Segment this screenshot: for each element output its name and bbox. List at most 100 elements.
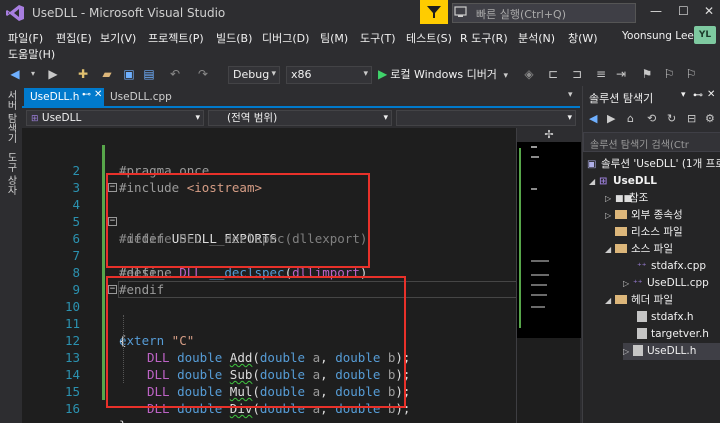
close-icon[interactable]: ✕ <box>94 89 102 100</box>
sync-icon[interactable]: ⟲ <box>647 112 656 125</box>
collapsed-arrow-icon: ▷ <box>623 347 630 356</box>
menu-test[interactable]: 테스트(S) <box>406 30 452 46</box>
tab-label: UseDLL.h <box>30 91 80 103</box>
menu-window[interactable]: 창(W) <box>568 30 598 46</box>
minimap-scrollbar[interactable]: ✢ <box>516 128 581 423</box>
tree-usedll-cpp[interactable]: ▷ ⁺⁺ UseDLL.cpp <box>623 275 709 292</box>
collapsed-arrow-icon: ▷ <box>605 211 612 220</box>
scope-dropdown[interactable]: (전역 범위) ▾ <box>208 110 392 126</box>
minimap-mark <box>531 274 549 276</box>
forward-nav-icon[interactable]: ▶ <box>46 67 60 81</box>
menu-analyze[interactable]: 분석(N) <box>518 30 555 46</box>
close-button[interactable]: ✕ <box>704 4 714 18</box>
code-editor[interactable]: #pragma once 2 #include <iostream> 3 4 −… <box>22 128 518 423</box>
tree-references[interactable]: ▷ ■■참조 <box>605 190 648 207</box>
menu-project[interactable]: 프로젝트(P) <box>148 30 204 46</box>
menu-edit[interactable]: 편집(E) <box>56 30 92 46</box>
avatar[interactable]: YL <box>694 26 716 44</box>
solution-explorer-title: 솔루션 탐색기 ▾ ⊷ ✕ <box>583 86 720 108</box>
chevron-down-icon: ▾ <box>363 69 368 79</box>
tree-solution[interactable]: ▣ 솔루션 'UseDLL' (1개 프로 <box>587 156 720 173</box>
menu-view[interactable]: 보기(V) <box>100 30 136 46</box>
project-dropdown[interactable]: ⊞ UseDLL ▾ <box>26 110 204 126</box>
project-dropdown-value: UseDLL <box>41 112 82 124</box>
bookmark-icon[interactable]: ⚑ <box>640 67 654 81</box>
menu-file[interactable]: 파일(F) <box>8 30 43 46</box>
tree-project[interactable]: ◢ ⊞ UseDLL <box>589 173 657 190</box>
folder-open-icon <box>615 295 627 304</box>
tree-external-deps[interactable]: ▷ 외부 종속성 <box>605 207 683 224</box>
feedback-flag-button[interactable] <box>420 0 448 24</box>
solution-explorer-search[interactable]: 솔루션 탐색기 검색(Ctr <box>583 132 720 152</box>
tree-header-files[interactable]: ◢ 헤더 파일 <box>605 292 673 309</box>
home-icon[interactable]: ⌂ <box>627 112 634 125</box>
refresh-icon[interactable]: ↻ <box>667 112 676 125</box>
tab-overflow-icon[interactable]: ▾ <box>568 90 573 100</box>
settings-icon[interactable]: ⚙ <box>705 112 715 125</box>
tree-usedll-h[interactable]: ▷ UseDLL.h <box>623 343 720 360</box>
folder-icon <box>615 210 627 219</box>
pin-icon[interactable]: ⊷ <box>693 90 703 101</box>
bookmark-next-icon[interactable]: ⚐ <box>662 67 676 81</box>
tree-source-files[interactable]: ◢ 소스 파일 <box>605 241 673 258</box>
menu-bar: 파일(F) 편집(E) 보기(V) 프로젝트(P) 빌드(B) 디버그(D) 팀… <box>0 26 720 64</box>
forward-icon[interactable]: ▶ <box>607 112 615 125</box>
solution-config-dropdown[interactable]: Debug ▾ <box>228 66 280 84</box>
back-dropdown-icon[interactable]: ▾ <box>26 67 40 81</box>
start-debugging-label: 로컬 Windows 디버거 <box>390 68 497 81</box>
tree-stdafx-h[interactable]: stdafx.h <box>637 309 694 326</box>
references-icon: ■■ <box>615 194 633 204</box>
quick-launch-placeholder: 빠른 실행(Ctrl+Q) <box>476 8 567 21</box>
start-debugging-button[interactable]: ▶ 로컬 Windows 디버거 ▾ <box>378 66 508 84</box>
close-icon[interactable]: ✕ <box>707 89 715 100</box>
save-icon[interactable]: ▣ <box>122 67 136 81</box>
expanded-arrow-icon: ◢ <box>605 245 612 254</box>
format-icon[interactable]: ≡ <box>594 67 608 81</box>
tree-targetver-h[interactable]: targetver.h <box>637 326 709 343</box>
split-editor-icon[interactable]: ✢ <box>517 128 581 142</box>
solution-icon: ▣ <box>587 159 597 170</box>
toolbox-tab[interactable]: 도구 상자 <box>4 152 18 195</box>
side-tool-tabs: 서버 탐색기 도구 상자 <box>0 86 22 423</box>
collapse-all-icon[interactable]: ⊟ <box>687 112 696 125</box>
menu-team[interactable]: 팀(M) <box>320 30 348 46</box>
server-explorer-tab[interactable]: 서버 탐색기 <box>4 90 18 143</box>
menu-help[interactable]: 도움말(H) <box>8 46 55 62</box>
menu-debug[interactable]: 디버그(D) <box>262 30 309 46</box>
indent-icon[interactable]: ⇥ <box>614 67 628 81</box>
save-all-icon[interactable]: ▤ <box>142 67 156 81</box>
tab-usedll-cpp[interactable]: UseDLL.cpp <box>104 90 178 106</box>
step-icon[interactable]: ⊐ <box>570 67 584 81</box>
tab-usedll-h[interactable]: UseDLL.h ⊷ ✕ <box>24 88 104 106</box>
solution-platform-dropdown[interactable]: x86 ▾ <box>286 66 372 84</box>
open-folder-icon[interactable]: ▰ <box>100 67 114 81</box>
breakpoint-icon[interactable]: ⊏ <box>546 67 560 81</box>
new-project-icon[interactable]: ✚ <box>76 67 90 81</box>
attach-icon[interactable]: ◈ <box>522 67 536 81</box>
minimize-button[interactable]: — <box>650 4 662 18</box>
minimap-mark <box>531 156 539 158</box>
member-dropdown[interactable]: ▾ <box>396 110 576 126</box>
chevron-down-icon: ▾ <box>567 113 572 123</box>
pin-icon[interactable]: ⊷ <box>82 90 91 100</box>
menu-tools[interactable]: 도구(T) <box>360 30 396 46</box>
redo-icon[interactable]: ↷ <box>196 67 210 81</box>
document-tab-strip: UseDLL.h ⊷ ✕ UseDLL.cpp ▾ <box>22 86 580 108</box>
tree-stdafx-cpp[interactable]: ⁺⁺ stdafx.cpp <box>637 258 706 275</box>
header-file-icon <box>637 311 647 322</box>
visual-studio-logo-icon <box>6 5 24 21</box>
navigation-bar: ⊞ UseDLL ▾ (전역 범위) ▾ ▾ <box>22 108 580 128</box>
bookmark-prev-icon[interactable]: ⚐ <box>684 67 698 81</box>
account-name[interactable]: Yoonsung Lee <box>622 30 694 42</box>
menu-build[interactable]: 빌드(B) <box>216 30 252 46</box>
menu-r-tools[interactable]: R 도구(R) <box>460 30 508 46</box>
minimap-mark <box>531 260 549 262</box>
tree-resource-files[interactable]: 리소스 파일 <box>615 224 683 241</box>
maximize-button[interactable]: ☐ <box>678 4 689 18</box>
chevron-down-icon[interactable]: ▾ <box>681 90 686 100</box>
undo-icon[interactable]: ↶ <box>168 67 182 81</box>
back-icon[interactable]: ◀ <box>589 112 597 125</box>
back-nav-icon[interactable]: ◀ <box>8 67 22 81</box>
window-title: UseDLL - Microsoft Visual Studio <box>32 6 226 20</box>
minimap-viewport[interactable] <box>517 142 581 338</box>
